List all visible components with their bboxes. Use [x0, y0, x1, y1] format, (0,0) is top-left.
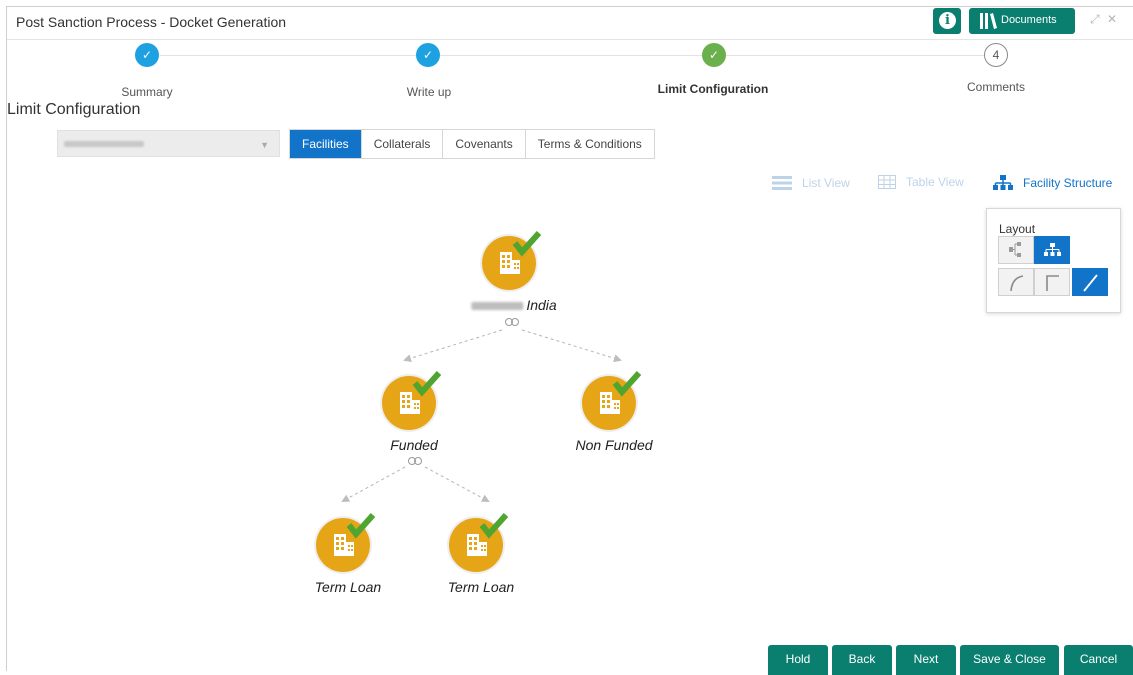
node-label-non-funded[interactable]: Non Funded — [575, 437, 652, 453]
node-label-funded[interactable]: Funded — [390, 437, 437, 453]
node-root-building-icon[interactable] — [480, 233, 539, 292]
redacted-text — [471, 302, 524, 311]
facility-tree — [0, 0, 1133, 671]
node-label-term-loan[interactable]: Term Loan — [315, 579, 381, 595]
node-termloan2-building-icon[interactable] — [447, 515, 506, 574]
node-termloan1-building-icon[interactable] — [314, 515, 373, 574]
node-label-term-loan[interactable]: Term Loan — [448, 579, 514, 595]
node-nonfunded-building-icon[interactable] — [580, 373, 639, 432]
collapse-icon[interactable] — [505, 318, 519, 326]
node-label-root[interactable]: India — [471, 297, 557, 313]
node-funded-building-icon[interactable] — [380, 373, 439, 432]
collapse-icon[interactable] — [408, 457, 422, 465]
